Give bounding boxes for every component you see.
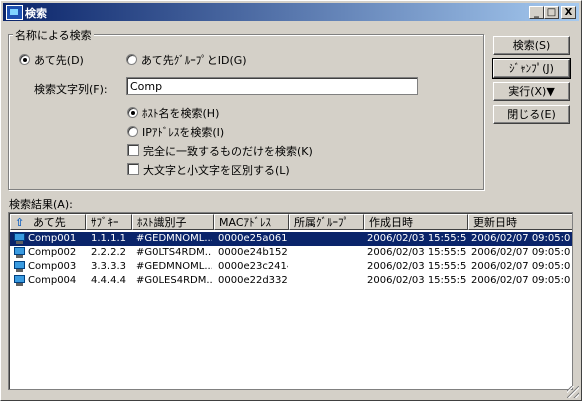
sort-up-arrow-icon: ⇧ <box>15 216 25 229</box>
radio-hostname[interactable] <box>127 107 138 118</box>
maximize-button[interactable]: □ <box>544 6 559 19</box>
computer-icon <box>13 261 26 272</box>
cell-created: 2006/02/03 15:55:55 <box>367 247 467 258</box>
column-header-mac-address[interactable]: MACｱﾄﾞﾚｽ <box>214 214 289 230</box>
cell-updated: 2006/02/07 09:05:00 <box>471 261 571 272</box>
computer-icon <box>13 233 26 244</box>
close-button[interactable]: 閉じる(E) <box>493 105 570 124</box>
radio-ip-address-label[interactable]: IPｱﾄﾞﾚｽを検索(I) <box>142 124 224 140</box>
cell-subkey: 2.2.2.2 <box>91 247 126 258</box>
cell-destination: Comp002 <box>28 247 77 258</box>
table-row[interactable]: Comp002 2.2.2.2 #G0LTS4RDM... 0000e24b15… <box>10 246 572 260</box>
radio-destination-group-id-label[interactable]: あて先ｸﾞﾙｰﾌﾟとID(G) <box>141 52 247 68</box>
search-window: 検索 _ □ X 名称による検索 あて先(D) あて先ｸﾞﾙｰﾌﾟとID(G) … <box>0 0 582 401</box>
exact-match-label[interactable]: 完全に一致するものだけを検索(K) <box>143 143 313 159</box>
cell-subkey: 3.3.3.3 <box>91 261 126 272</box>
search-button[interactable]: 検索(S) <box>493 36 570 55</box>
case-sensitive-label[interactable]: 大文字と小文字を区別する(L) <box>143 162 290 178</box>
table-row[interactable]: Comp004 4.4.4.4 #G0LES4RDM... 0000e22d33… <box>10 274 572 288</box>
column-header-host-id[interactable]: ﾎｽﾄ識別子 <box>132 214 214 230</box>
case-sensitive-checkbox[interactable] <box>127 163 139 175</box>
radio-destination[interactable] <box>19 54 30 65</box>
title-bar[interactable]: 検索 _ □ X <box>3 3 579 21</box>
cell-mac-address: 0000e24b1521 <box>218 247 288 258</box>
app-icon <box>6 5 23 20</box>
name-search-legend: 名称による検索 <box>13 27 94 43</box>
cell-mac-address: 0000e22d3321 <box>218 275 288 286</box>
table-row[interactable]: Comp001 1.1.1.1 #GEDMNOML... 0000e25a061… <box>10 232 572 246</box>
search-string-input[interactable]: Comp <box>126 77 418 95</box>
execute-button[interactable]: 実行(X)▼ <box>493 82 570 101</box>
cell-host-id: #G0LES4RDM... <box>136 275 212 286</box>
cell-host-id: #GEDMNOML... <box>136 233 212 244</box>
resize-grip[interactable] <box>567 386 579 398</box>
exact-match-checkbox[interactable] <box>127 144 139 156</box>
column-header-group[interactable]: 所属ｸﾞﾙｰﾌﾟ <box>289 214 364 230</box>
table-row[interactable]: Comp003 3.3.3.3 #GEDMNOML... 0000e23c241… <box>10 260 572 274</box>
cell-updated: 2006/02/07 09:05:00 <box>471 233 571 244</box>
search-string-label: 検索文字列(F): <box>34 83 108 96</box>
radio-hostname-label[interactable]: ﾎｽﾄ名を検索(H) <box>142 105 219 121</box>
jump-button[interactable]: ｼﾞｬﾝﾌﾟ(J) <box>492 58 571 79</box>
cell-subkey: 1.1.1.1 <box>91 233 126 244</box>
minimize-button[interactable]: _ <box>529 6 544 19</box>
computer-icon <box>13 247 26 258</box>
cell-created: 2006/02/03 15:55:55 <box>367 275 467 286</box>
computer-icon <box>13 275 26 286</box>
column-header-destination[interactable]: ⇧ あて先 <box>10 214 86 230</box>
results-header: ⇧ あて先 ｻﾌﾞｷｰ ﾎｽﾄ識別子 MACｱﾄﾞﾚｽ 所属ｸﾞﾙｰﾌﾟ 作成日… <box>10 214 572 230</box>
radio-ip-address[interactable] <box>127 126 138 137</box>
cell-updated: 2006/02/07 09:05:00 <box>471 247 571 258</box>
cell-updated: 2006/02/07 09:05:00 <box>471 275 571 286</box>
cell-host-id: #GEDMNOML... <box>136 261 212 272</box>
column-header-created[interactable]: 作成日時 <box>364 214 468 230</box>
results-list[interactable]: ⇧ あて先 ｻﾌﾞｷｰ ﾎｽﾄ識別子 MACｱﾄﾞﾚｽ 所属ｸﾞﾙｰﾌﾟ 作成日… <box>8 212 573 390</box>
cell-mac-address: 0000e25a0614 <box>218 233 288 244</box>
results-label: 検索結果(A): <box>9 198 73 211</box>
radio-destination-group-id[interactable] <box>126 54 137 65</box>
cell-created: 2006/02/03 15:55:55 <box>367 233 467 244</box>
cell-host-id: #G0LTS4RDM... <box>136 247 212 258</box>
cell-destination: Comp001 <box>28 233 77 244</box>
cell-mac-address: 0000e23c2414 <box>218 261 288 272</box>
column-header-subkey[interactable]: ｻﾌﾞｷｰ <box>86 214 132 230</box>
cell-destination: Comp003 <box>28 261 77 272</box>
radio-destination-label[interactable]: あて先(D) <box>34 52 84 68</box>
close-window-button[interactable]: X <box>561 6 576 19</box>
column-header-updated[interactable]: 更新日時 <box>468 214 572 230</box>
cell-subkey: 4.4.4.4 <box>91 275 126 286</box>
cell-destination: Comp004 <box>28 275 77 286</box>
window-title: 検索 <box>25 7 47 20</box>
cell-created: 2006/02/03 15:55:55 <box>367 261 467 272</box>
